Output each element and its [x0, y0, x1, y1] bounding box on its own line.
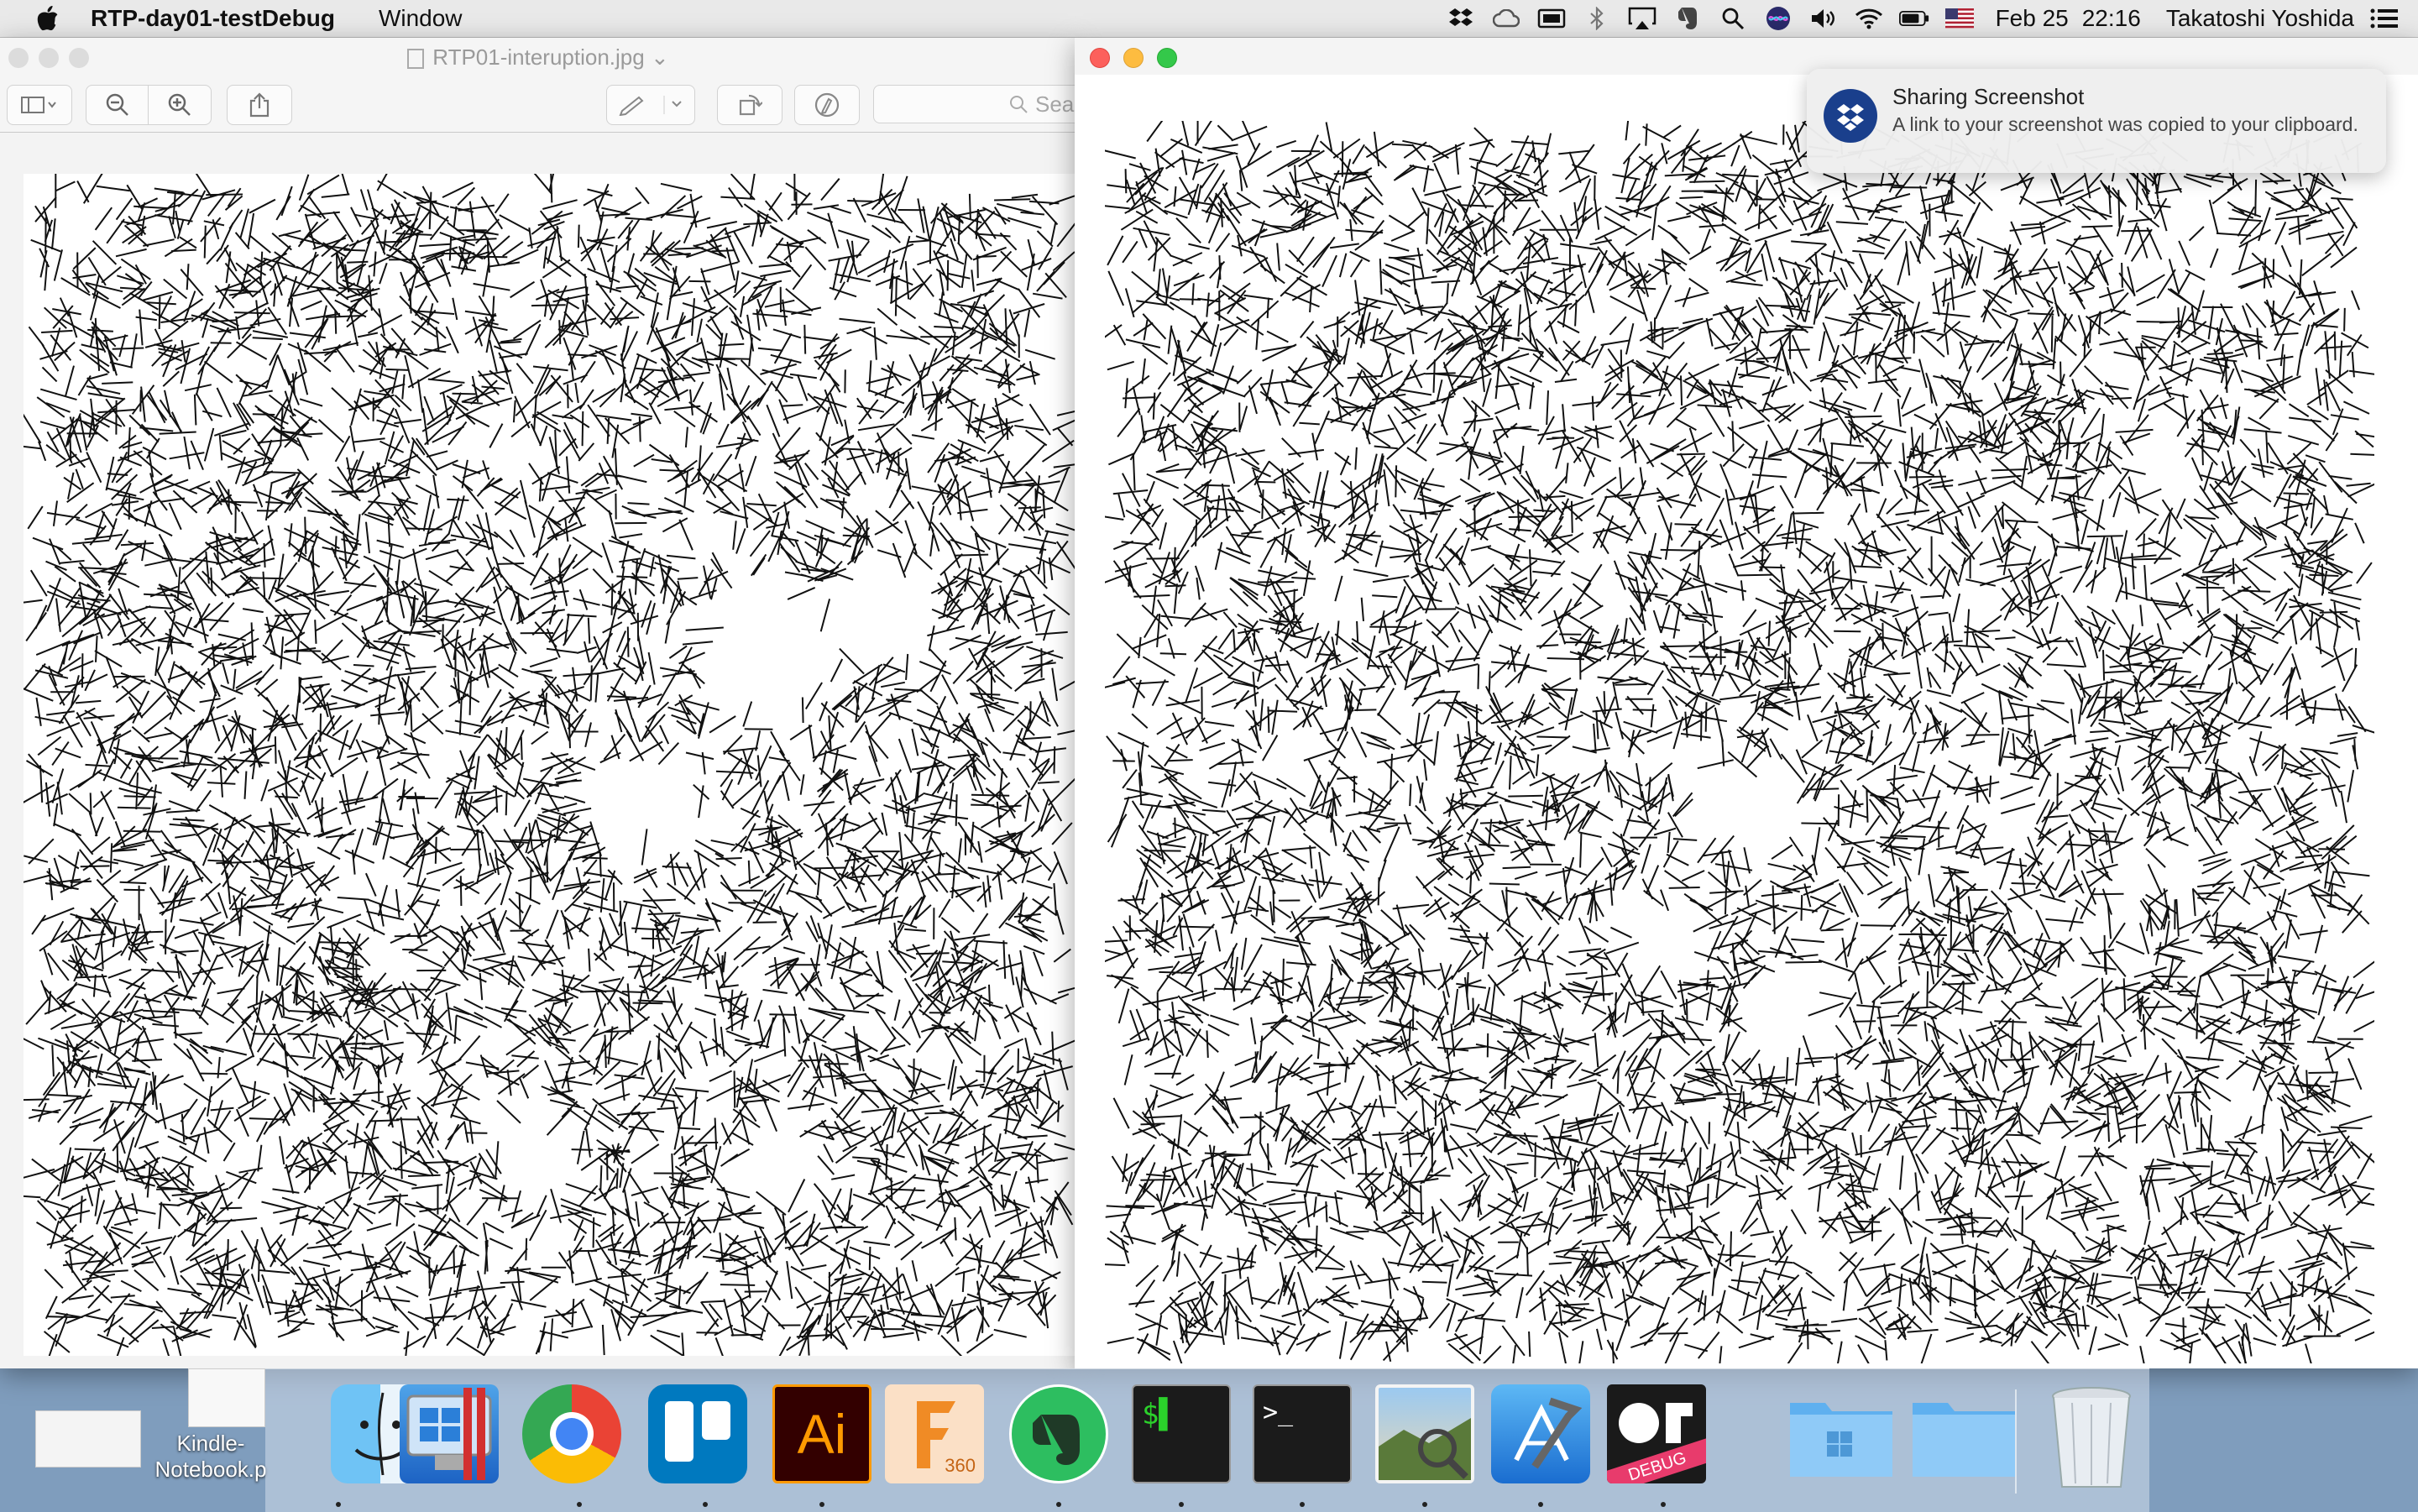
evernote-icon[interactable] [1672, 6, 1703, 31]
share-button[interactable] [227, 85, 292, 125]
screen-icon[interactable] [1536, 6, 1567, 31]
dropbox-icon [1824, 89, 1877, 143]
terminal-prompt-2: >_ [1263, 1398, 1293, 1427]
notification-center-icon[interactable] [2369, 6, 2400, 31]
terminal-icon-1[interactable]: $▌ [1132, 1384, 1231, 1483]
preview-toolbar: RTP01-interuption.jpg ⌄ Sea [0, 38, 1076, 133]
search-placeholder: Sea [1035, 92, 1074, 118]
rotate-icon [737, 92, 762, 118]
apple-menu-icon[interactable] [35, 5, 60, 32]
notification-title: Sharing Screenshot [1892, 84, 2084, 110]
chrome-icon[interactable] [522, 1384, 621, 1483]
markup-pen-button[interactable] [606, 85, 695, 125]
desktop-file-pdf[interactable] [34, 1410, 143, 1468]
kindle-label-2: Notebook.p [154, 1457, 267, 1483]
rotate-button[interactable] [717, 85, 782, 125]
running-dot [1300, 1502, 1305, 1507]
running-dot [1422, 1502, 1427, 1507]
fusion360-icon[interactable]: 360 [885, 1384, 984, 1483]
menu-window[interactable]: Window [379, 5, 463, 32]
zoom-in-icon [167, 92, 192, 118]
dropbox-icon[interactable] [1446, 6, 1476, 31]
fusion-label: 360 [945, 1455, 976, 1477]
pen-icon [617, 94, 684, 116]
app-menu-name[interactable]: RTP-day01-testDebug [91, 5, 335, 32]
chevron-down-icon[interactable]: ⌄ [645, 44, 669, 70]
illustrator-label: Ai [798, 1402, 847, 1466]
notification-body: A link to your screenshot was copied to … [1892, 112, 2371, 137]
notification-banner[interactable]: Sharing Screenshot A link to your screen… [1807, 69, 2386, 173]
kindle-thumbnail [188, 1368, 265, 1427]
search-field[interactable]: Sea [873, 85, 1076, 123]
volume-icon[interactable] [1808, 6, 1839, 31]
desktop-file-kindle[interactable]: Kindle- Notebook.p [154, 1368, 267, 1483]
zoom-button[interactable] [1157, 48, 1177, 68]
app-window [1075, 38, 2418, 1368]
running-dot [577, 1502, 582, 1507]
dock: Ai 360 $▌ >_ DEBUG [265, 1368, 2149, 1512]
folder-icon-2[interactable] [1909, 1384, 2008, 1483]
terminal-icon-2[interactable]: >_ [1253, 1384, 1352, 1483]
running-dot [336, 1502, 341, 1507]
sidebar-icon [21, 96, 58, 114]
running-dot [1538, 1502, 1543, 1507]
airplay-icon[interactable] [1627, 6, 1657, 31]
preview-icon[interactable] [1375, 1384, 1474, 1483]
minimize-button[interactable] [1123, 48, 1144, 68]
search-icon[interactable] [1718, 6, 1748, 31]
preview-window: RTP01-interuption.jpg ⌄ Sea [0, 38, 1076, 1368]
folder-icon-1[interactable] [1787, 1384, 1886, 1483]
running-dot [819, 1502, 824, 1507]
line-pattern-canvas [1105, 121, 2374, 1363]
menubar-date[interactable]: Feb 25 [1996, 5, 2069, 32]
close-button[interactable] [1090, 48, 1110, 68]
preview-title: RTP01-interuption.jpg ⌄ [0, 44, 1076, 71]
illustrator-icon[interactable]: Ai [772, 1384, 871, 1483]
terminal-prompt-1: $▌ [1142, 1398, 1176, 1431]
markup-icon [814, 92, 840, 118]
wifi-icon[interactable] [1854, 6, 1884, 31]
document-icon [407, 49, 424, 69]
zoom-in-button[interactable] [148, 85, 212, 125]
battery-icon[interactable] [1899, 6, 1929, 31]
markup-toolbar-button[interactable] [794, 85, 860, 125]
menubar-user[interactable]: Takatoshi Yoshida [2166, 5, 2354, 32]
line-pattern-image [24, 174, 1076, 1356]
image-document[interactable] [24, 174, 1076, 1356]
line-strokes [1105, 121, 2374, 1363]
xcode-icon[interactable] [1491, 1384, 1590, 1483]
sidebar-toggle-button[interactable] [7, 85, 72, 125]
kindle-label-1: Kindle- [154, 1431, 267, 1457]
flag-us-icon[interactable] [1944, 6, 1975, 31]
bluetooth-icon[interactable] [1582, 6, 1612, 31]
trash-icon[interactable] [2042, 1384, 2141, 1483]
running-dot [1056, 1502, 1061, 1507]
line-strokes [24, 174, 1076, 1356]
bootcamp-icon[interactable] [400, 1384, 499, 1483]
running-dot [1661, 1502, 1666, 1507]
status-area: Feb 25 22:16 Takatoshi Yoshida [1438, 0, 2418, 37]
siri-icon[interactable] [1763, 6, 1793, 31]
share-icon [249, 92, 270, 118]
trello-icon[interactable] [648, 1384, 747, 1483]
running-dot [1179, 1502, 1184, 1507]
search-icon [1008, 94, 1028, 114]
evernote-icon[interactable] [1009, 1384, 1108, 1483]
creative-cloud-icon[interactable] [1491, 6, 1521, 31]
running-dot [703, 1502, 708, 1507]
openframeworks-icon[interactable]: DEBUG [1607, 1384, 1706, 1483]
zoom-out-icon [105, 92, 130, 118]
pdf-thumbnail [35, 1410, 141, 1468]
zoom-out-button[interactable] [86, 85, 149, 125]
menubar-time[interactable]: 22:16 [2082, 5, 2141, 32]
menu-bar: RTP-day01-testDebug Window [0, 0, 2418, 38]
